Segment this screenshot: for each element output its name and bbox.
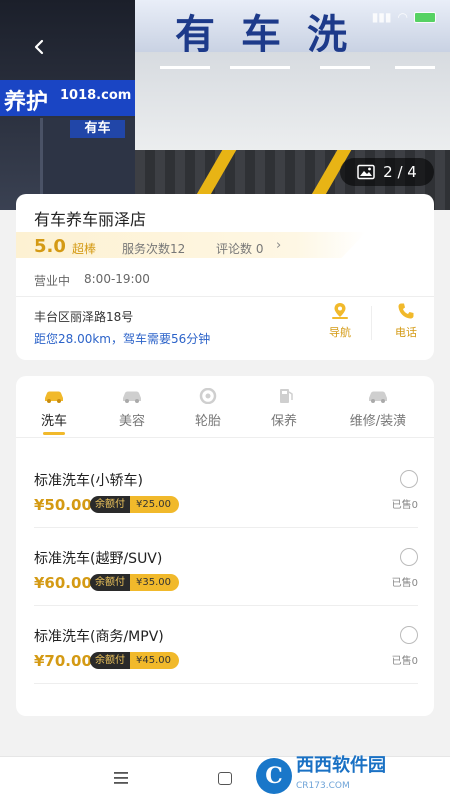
navigate-label: 导航 (329, 326, 351, 339)
business-status: 营业中 (34, 274, 71, 288)
chevron-left-icon (34, 39, 44, 55)
watermark-logo-mark: C (256, 758, 292, 794)
photo-light (160, 66, 210, 69)
divider (371, 306, 372, 340)
service-price: ¥50.00 (34, 496, 92, 514)
service-name: 标准洗车(小轿车) (34, 473, 143, 489)
image-counter-text: 2 / 4 (383, 163, 417, 181)
sold-count: 已售0 (391, 656, 418, 667)
rating-score: 5.0 (34, 236, 66, 257)
service-select-radio[interactable] (400, 548, 418, 566)
call-label: 电话 (395, 326, 417, 339)
tab-maintenance[interactable]: 保养 (244, 388, 324, 429)
service-count: 服务次数12 (122, 242, 186, 256)
service-item[interactable]: 标准洗车(越野/SUV) ¥60.00 余额付 ¥35.00 已售0 (34, 528, 418, 606)
back-button[interactable] (24, 32, 54, 62)
service-item[interactable]: 标准洗车(商务/MPV) ¥70.00 余额付 ¥45.00 已售0 (34, 606, 418, 684)
balance-pay-label: 余额付 (90, 574, 130, 591)
car-wash-icon (45, 391, 63, 403)
tab-car-beauty[interactable]: 美容 (92, 388, 172, 429)
service-price: ¥60.00 (34, 574, 92, 592)
photo-left-store-sign: 有车 (70, 120, 125, 138)
balance-pay-badge: 余额付 ¥25.00 (90, 496, 179, 513)
watermark-name: 西西软件园 (296, 755, 386, 776)
tab-label: 保养 (270, 414, 297, 429)
balance-pay-price: ¥25.00 (130, 496, 179, 513)
car-beauty-icon (123, 391, 141, 403)
photo-light (320, 66, 370, 69)
balance-pay-price: ¥35.00 (130, 574, 179, 591)
photo-left-sign-brand: 1018.com (60, 88, 132, 103)
sold-count: 已售0 (391, 578, 418, 589)
tab-label: 美容 (118, 414, 145, 429)
image-icon (357, 164, 375, 180)
service-list-card: 洗车 美容 轮胎 保养 维修/装潢 标准洗车(小轿车) ¥50.00 余额付 ¥… (16, 376, 434, 716)
service-price: ¥70.00 (34, 652, 92, 670)
repair-icon (369, 391, 387, 403)
balance-pay-badge: 余额付 ¥35.00 (90, 574, 179, 591)
balance-pay-price: ¥45.00 (130, 652, 179, 669)
tab-label: 维修/装潢 (349, 414, 407, 429)
wifi-icon: ◠ (397, 10, 408, 24)
photo-light (230, 66, 290, 69)
balance-pay-label: 余额付 (90, 652, 130, 669)
service-select-radio[interactable] (400, 470, 418, 488)
home-button[interactable] (218, 772, 232, 785)
rating-bar (16, 232, 366, 258)
balance-pay-badge: 余额付 ¥45.00 (90, 652, 179, 669)
tab-tire[interactable]: 轮胎 (168, 388, 248, 429)
rating-word: 超棒 (72, 242, 97, 256)
image-counter[interactable]: 2 / 4 (340, 158, 434, 186)
menu-icon[interactable] (114, 772, 128, 784)
photo-left-sign-text: 养护 (4, 90, 49, 115)
active-tab-indicator (43, 432, 65, 435)
store-info-card: 有车养车丽泽店 5.0 超棒 服务次数12 评论数 0 › 营业中 8:00-1… (16, 194, 434, 360)
service-item[interactable]: 标准洗车(小轿车) ¥50.00 余额付 ¥25.00 已售0 (34, 450, 418, 528)
photo-light (395, 66, 435, 69)
service-tabs: 洗车 美容 轮胎 保养 维修/装潢 (16, 376, 434, 438)
navigate-button[interactable]: 导航 (318, 302, 362, 342)
service-name: 标准洗车(商务/MPV) (34, 629, 164, 645)
watermark-url: CR173.COM (296, 781, 350, 791)
store-distance: 距您28.00km，驾车需要56分钟 (34, 332, 211, 346)
phone-icon (398, 303, 414, 319)
store-address: 丰台区丽泽路18号 (34, 310, 134, 324)
service-name: 标准洗车(越野/SUV) (34, 551, 163, 567)
balance-pay-label: 余额付 (90, 496, 130, 513)
store-name: 有车养车丽泽店 (34, 210, 147, 229)
business-hours: 8:00-19:00 (84, 272, 150, 286)
watermark-text: 西西软件园 CR173.COM (296, 756, 386, 796)
navigation-pin-icon (332, 303, 348, 319)
signal-icon: ▮▮▮ (371, 10, 392, 24)
call-button[interactable]: 电话 (384, 302, 428, 342)
sold-count: 已售0 (391, 500, 418, 511)
review-count-link[interactable]: 评论数 0 (216, 240, 263, 257)
battery-icon (414, 11, 436, 23)
tab-label: 洗车 (40, 414, 67, 429)
divider (16, 296, 434, 297)
status-bar: ▮▮▮ ◠ (372, 10, 436, 24)
tab-car-wash[interactable]: 洗车 (16, 388, 94, 429)
chevron-right-icon[interactable]: › (276, 238, 281, 253)
tab-repair[interactable]: 维修/装潢 (338, 388, 418, 429)
service-select-radio[interactable] (400, 626, 418, 644)
tire-icon (199, 388, 217, 404)
maintenance-icon (280, 389, 293, 403)
tab-label: 轮胎 (194, 414, 221, 429)
watermark-logo: C 西西软件园 CR173.COM (256, 756, 436, 796)
